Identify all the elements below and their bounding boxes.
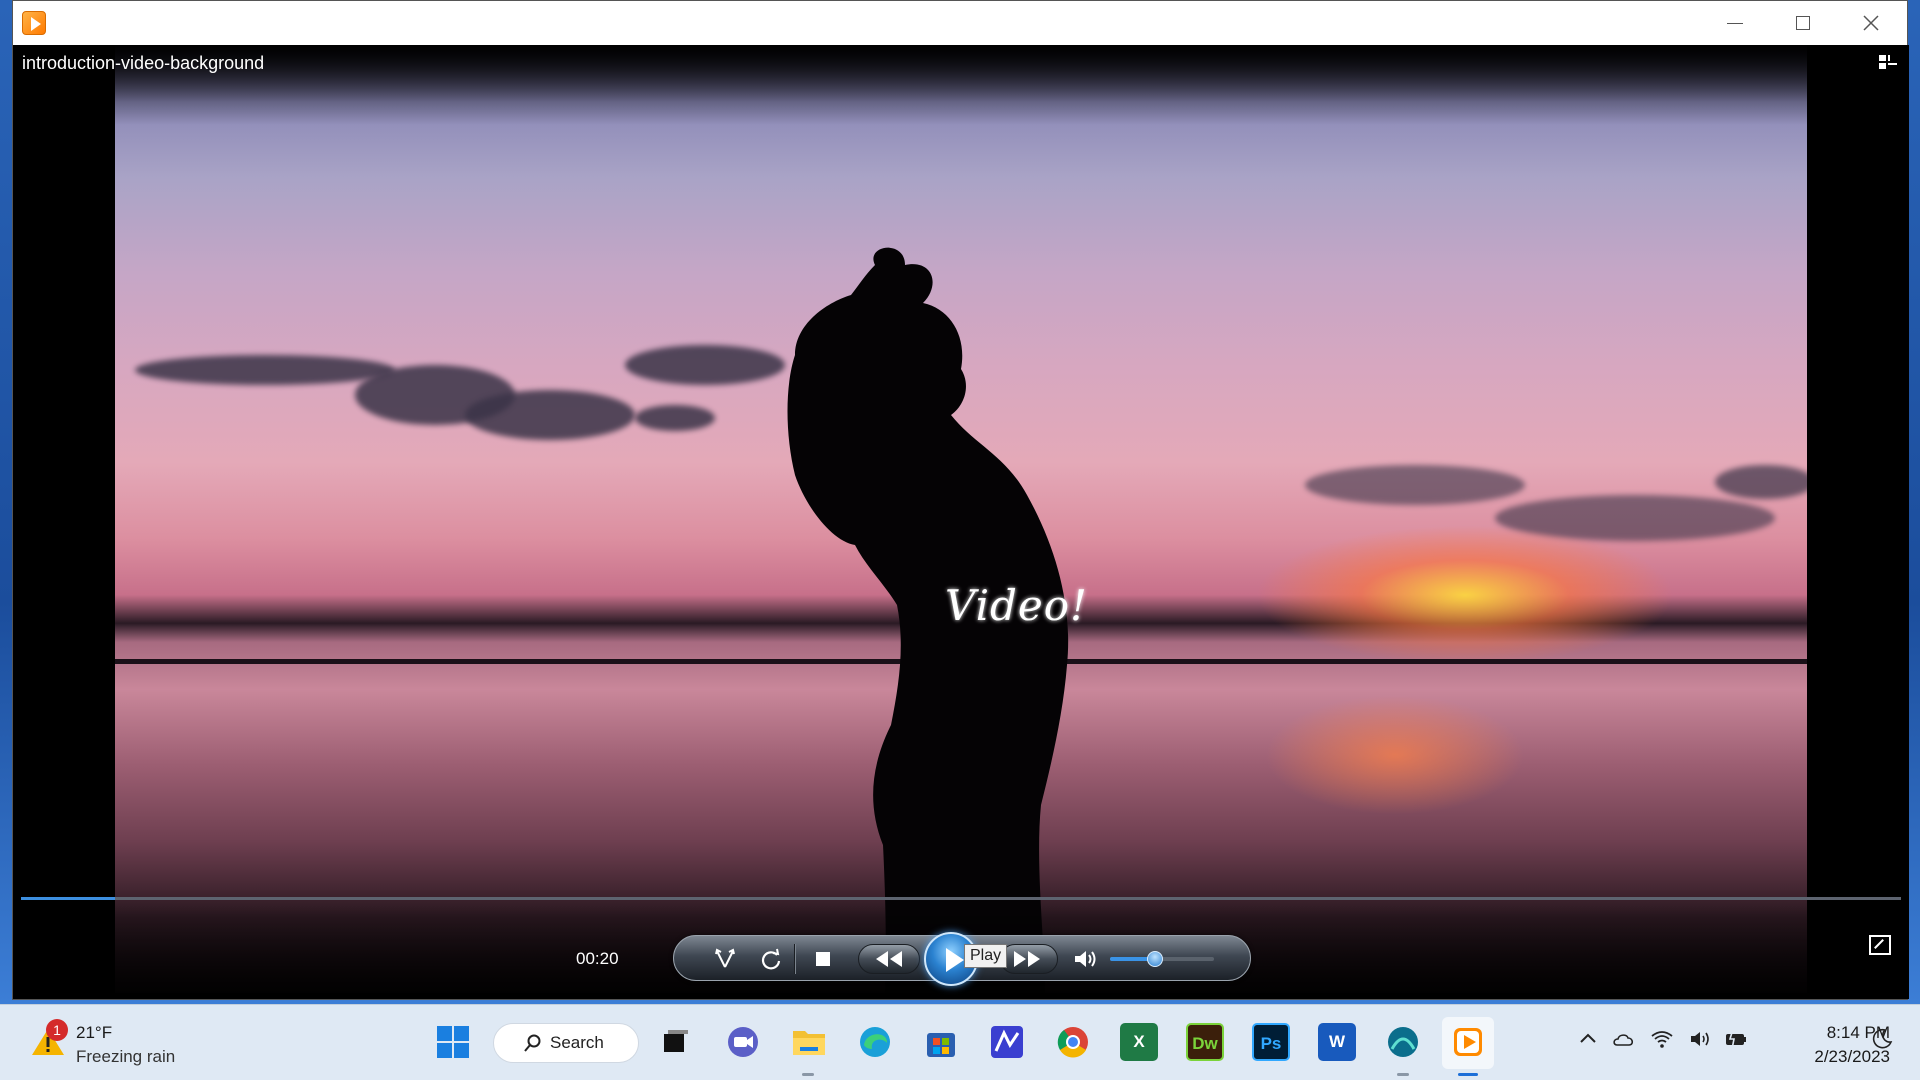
task-view-icon[interactable] bbox=[656, 1023, 694, 1061]
photoshop-icon[interactable]: Ps bbox=[1252, 1023, 1290, 1061]
weather-description[interactable]: Freezing rain bbox=[76, 1047, 175, 1067]
media-player-app-icon[interactable] bbox=[22, 11, 46, 35]
maximize-button[interactable] bbox=[1769, 1, 1837, 45]
divider bbox=[794, 944, 795, 974]
chevron-up-icon[interactable] bbox=[1576, 1027, 1600, 1051]
windows-start-icon[interactable] bbox=[434, 1023, 472, 1061]
media-player-window: Video! introduction-video-background 00:… bbox=[12, 0, 1909, 1000]
playback-controls bbox=[673, 932, 1251, 986]
dreamweaver-icon[interactable]: Dw bbox=[1186, 1023, 1224, 1061]
media-player-icon[interactable] bbox=[1449, 1023, 1487, 1061]
video-area[interactable]: Video! introduction-video-background 00:… bbox=[13, 45, 1909, 999]
next-icon bbox=[1014, 951, 1040, 967]
cloud bbox=[135, 355, 395, 385]
stop-icon bbox=[816, 952, 830, 966]
sunset-glow bbox=[1255, 525, 1675, 665]
volume-slider[interactable] bbox=[1110, 951, 1214, 967]
shuffle-button[interactable] bbox=[710, 944, 740, 974]
water-reflection bbox=[1265, 695, 1525, 815]
close-icon bbox=[1863, 15, 1879, 31]
previous-button[interactable] bbox=[874, 944, 904, 974]
repeat-icon bbox=[761, 948, 781, 970]
cloud bbox=[1305, 465, 1525, 505]
fullscreen-icon[interactable] bbox=[1869, 935, 1891, 955]
cloud bbox=[1715, 465, 1807, 499]
search-icon bbox=[524, 1034, 541, 1052]
shuffle-icon bbox=[715, 948, 735, 968]
video-title: introduction-video-background bbox=[22, 53, 265, 73]
taskbar-search[interactable]: Search bbox=[493, 1023, 639, 1063]
speaker-icon[interactable] bbox=[1688, 1027, 1712, 1051]
top-shade bbox=[13, 45, 1909, 125]
onedrive-cloud-icon[interactable] bbox=[1612, 1027, 1636, 1051]
repeat-button[interactable] bbox=[756, 944, 786, 974]
store-icon[interactable] bbox=[922, 1023, 960, 1061]
video-overlay-text: Video! bbox=[945, 581, 1088, 630]
active-indicator bbox=[1458, 1073, 1478, 1076]
cloud bbox=[635, 405, 715, 431]
media-app-icon[interactable] bbox=[1384, 1023, 1422, 1061]
play-tooltip: Play bbox=[964, 944, 1008, 968]
file-explorer-icon[interactable] bbox=[790, 1023, 828, 1061]
next-button[interactable] bbox=[1012, 944, 1042, 974]
previous-icon bbox=[876, 951, 902, 967]
mute-button[interactable] bbox=[1070, 944, 1100, 974]
chrome-icon[interactable] bbox=[1054, 1023, 1092, 1061]
weather-alert-badge: 1 bbox=[46, 1019, 68, 1041]
excel-icon[interactable]: X bbox=[1120, 1023, 1158, 1061]
search-label: Search bbox=[550, 1033, 604, 1052]
meet-icon[interactable] bbox=[724, 1023, 762, 1061]
minimize-icon bbox=[1727, 22, 1743, 24]
battery-charging-icon[interactable] bbox=[1724, 1027, 1748, 1051]
elapsed-time: 00:20 bbox=[576, 949, 619, 968]
stop-button[interactable] bbox=[808, 944, 838, 974]
video-frame[interactable]: Video! bbox=[115, 45, 1807, 993]
edge-icon[interactable] bbox=[856, 1023, 894, 1061]
volume-icon bbox=[1075, 951, 1096, 967]
running-indicator bbox=[1397, 1073, 1409, 1076]
switch-layout-icon[interactable] bbox=[1879, 55, 1897, 71]
running-indicator bbox=[802, 1073, 814, 1076]
seek-progress bbox=[21, 897, 115, 900]
weather-temperature[interactable]: 21°F bbox=[76, 1023, 112, 1043]
m-app-icon[interactable] bbox=[988, 1023, 1026, 1061]
taskbar: 1 21°F Freezing rain Search X Dw Ps W 8:… bbox=[0, 1004, 1920, 1080]
seek-bar[interactable] bbox=[21, 897, 1901, 900]
title-bar[interactable] bbox=[13, 1, 1907, 45]
cloud bbox=[465, 390, 635, 440]
maximize-icon bbox=[1796, 16, 1810, 30]
wifi-icon[interactable] bbox=[1650, 1027, 1674, 1051]
word-icon[interactable]: W bbox=[1318, 1023, 1356, 1061]
minimize-button[interactable] bbox=[1701, 1, 1769, 45]
close-button[interactable] bbox=[1837, 1, 1905, 45]
focus-moon-icon[interactable] bbox=[1870, 1027, 1894, 1051]
volume-slider-handle[interactable] bbox=[1146, 951, 1163, 967]
